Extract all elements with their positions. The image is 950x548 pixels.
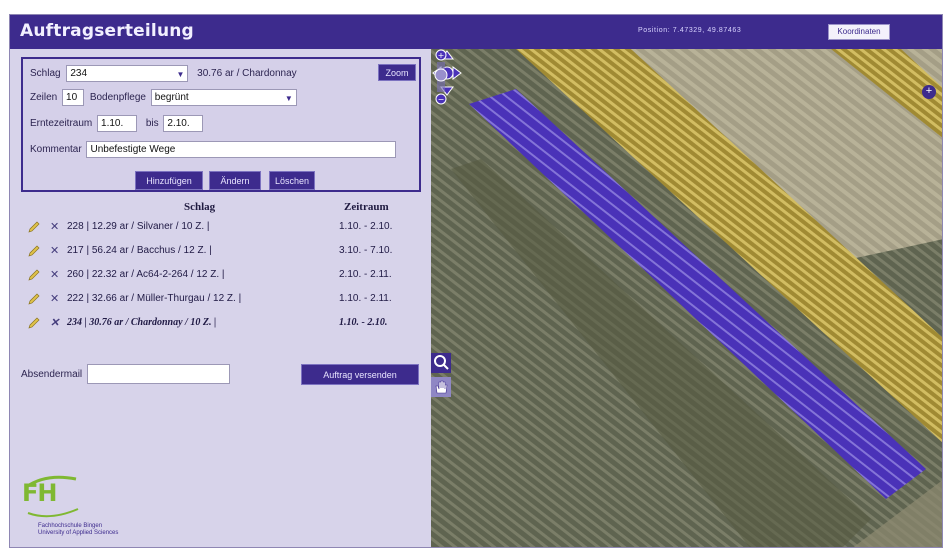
chevron-down-icon: ▼ <box>176 70 185 79</box>
page-title: Auftragserteilung <box>20 21 194 41</box>
schlag-info: 30.76 ar / Chardonnay <box>197 68 297 79</box>
svg-text:+: + <box>438 51 445 60</box>
bodenpflege-select[interactable]: begrünt ▼ <box>150 89 297 106</box>
send-order-button[interactable]: Auftrag versenden <box>301 364 419 385</box>
chevron-down-icon: ▼ <box>284 94 293 103</box>
list-item-text[interactable]: 217 | 56.24 ar / Bacchus / 12 Z. | <box>67 245 212 256</box>
logo-line-1: Fachhochschule Bingen <box>38 523 103 529</box>
edit-button[interactable]: Ändern <box>209 171 261 190</box>
app-window: Auftragserteilung Position: 7.47329, 49.… <box>9 14 943 548</box>
ernte-label: Erntezeitraum <box>30 118 93 129</box>
bodenpflege-value: begrünt <box>154 92 189 103</box>
list-item-text[interactable]: 228 | 12.29 ar / Silvaner / 10 Z. | <box>67 221 210 232</box>
list-item-zeitraum: 1.10. - 2.11. <box>339 293 392 304</box>
zeilen-label: Zeilen <box>30 92 58 103</box>
schlag-value: 234 <box>70 68 88 79</box>
delete-button[interactable]: Löschen <box>269 171 315 190</box>
ernte-from-input[interactable]: 1.10. <box>97 115 138 132</box>
absender-email-input[interactable] <box>86 364 230 384</box>
zoom-slider-icon[interactable]: + − <box>431 49 451 109</box>
delete-icon[interactable]: ✕ <box>50 292 59 305</box>
delete-icon[interactable]: ✕ <box>50 220 59 233</box>
svg-text:−: − <box>438 95 445 104</box>
list-item: ✕ 222 | 32.66 ar / Müller-Thurgau / 12 Z… <box>21 289 421 311</box>
pencil-icon[interactable] <box>27 292 41 306</box>
layer-switcher-icon[interactable]: + <box>922 85 936 99</box>
col-header-schlag: Schlag <box>184 201 216 213</box>
delete-icon[interactable]: ✕ <box>50 268 59 281</box>
schlag-label: Schlag <box>30 68 61 79</box>
delete-icon[interactable]: ✕ <box>50 244 59 257</box>
order-panel: Schlag 234 ▼ 30.76 ar / Chardonnay Zoom … <box>10 49 431 547</box>
pencil-icon[interactable] <box>27 220 41 234</box>
bodenpflege-label: Bodenpflege <box>89 92 146 103</box>
list-item-zeitraum: 3.10. - 7.10. <box>339 245 393 256</box>
list-item-zeitraum: 1.10. - 2.10. <box>339 221 393 232</box>
ernte-to-input[interactable]: 2.10. <box>163 115 204 132</box>
logo-line-2: University of Applied Sciences <box>38 530 119 536</box>
list-item-text[interactable]: 222 | 32.66 ar / Müller-Thurgau / 12 Z. … <box>67 293 241 304</box>
list-item: ✕ 217 | 56.24 ar / Bacchus / 12 Z. | 3.1… <box>21 241 421 263</box>
absender-label: Absendermail <box>21 368 83 380</box>
title-bar: Auftragserteilung Position: 7.47329, 49.… <box>10 15 942 49</box>
list-item-selected: ✕ 234 | 30.76 ar / Chardonnay / 10 Z. | … <box>21 313 421 335</box>
delete-icon[interactable]: ✕ <box>50 316 59 329</box>
schlag-select[interactable]: 234 ▼ <box>66 65 189 82</box>
pencil-icon[interactable] <box>27 244 41 258</box>
absender-row: Absendermail <box>21 364 230 384</box>
add-button[interactable]: Hinzufügen <box>135 171 203 190</box>
position-readout: Position: 7.47329, 49.87463 <box>638 27 742 34</box>
aerial-map[interactable]: + − + <box>431 49 942 547</box>
list-item: ✕ 260 | 22.32 ar / Ac64-2-264 / 12 Z. | … <box>21 265 421 287</box>
kommentar-label: Kommentar <box>30 144 82 155</box>
zoom-button[interactable]: Zoom <box>378 64 416 81</box>
map-imagery <box>431 49 942 547</box>
pencil-icon[interactable] <box>27 316 41 330</box>
bis-label: bis <box>145 118 159 129</box>
logo-text: FH <box>22 479 57 507</box>
col-header-zeitraum: Zeitraum <box>344 201 389 213</box>
list-item-text[interactable]: 260 | 22.32 ar / Ac64-2-264 / 12 Z. | <box>67 269 225 280</box>
zoom-box-icon[interactable] <box>431 353 451 373</box>
list-item-zeitraum: 1.10. - 2.10. <box>339 317 388 328</box>
pencil-icon[interactable] <box>27 268 41 282</box>
koordinaten-button[interactable]: Koordinaten <box>828 24 890 40</box>
list-item-zeitraum: 2.10. - 2.11. <box>339 269 392 280</box>
pan-hand-icon[interactable] <box>431 377 451 397</box>
order-form: Schlag 234 ▼ 30.76 ar / Chardonnay Zoom … <box>21 57 421 192</box>
logo-subtitle: Fachhochschule Bingen University of Appl… <box>38 523 118 537</box>
zeilen-input[interactable]: 10 <box>62 89 85 106</box>
fh-logo: FH Fachhochschule Bingen University of A… <box>22 469 212 547</box>
list-item-text[interactable]: 234 | 30.76 ar / Chardonnay / 10 Z. | <box>67 317 216 328</box>
kommentar-input[interactable]: Unbefestigte Wege <box>86 141 397 158</box>
list-item: ✕ 228 | 12.29 ar / Silvaner / 10 Z. | 1.… <box>21 217 421 239</box>
